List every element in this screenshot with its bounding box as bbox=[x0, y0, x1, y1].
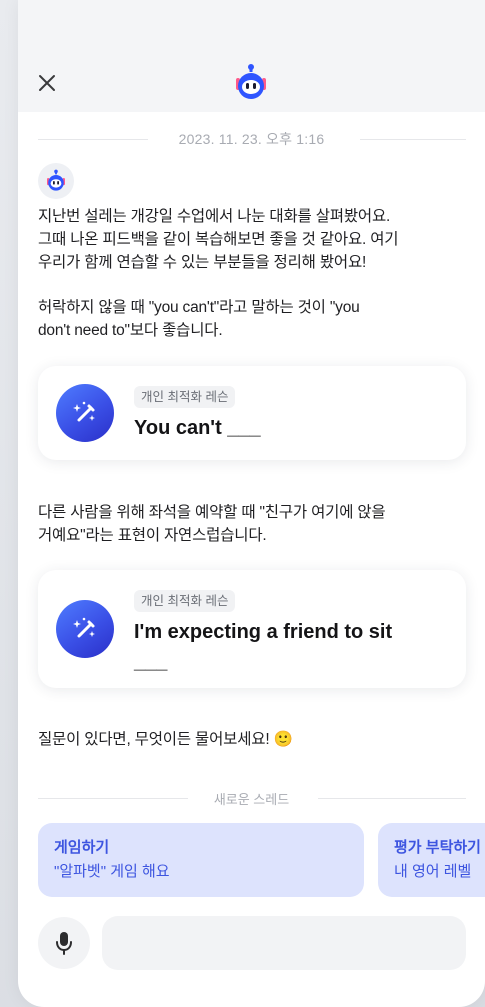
feedback-line: don't need to"보다 좋습니다. bbox=[38, 322, 223, 339]
lesson-tag: 개인 최적화 레슨 bbox=[134, 590, 236, 612]
feedback-message-2: 다른 사람을 위해 좌석을 예약할 때 "친구가 여기에 앉을 거예요"라는 표… bbox=[38, 501, 478, 547]
lesson-icon-bg bbox=[56, 384, 114, 442]
chip-subtitle: "알파벳" 게임 해요 bbox=[54, 863, 170, 880]
chip-title: 게임하기 bbox=[54, 839, 110, 856]
intro-line: 그때 나온 피드백을 같이 복습해보면 좋을 것 같아요. 여기 bbox=[38, 231, 399, 248]
chip-title: 평가 부탁하기 bbox=[394, 839, 481, 856]
lesson-title: I'm expecting a friend to sit ___ bbox=[134, 617, 444, 677]
intro-line: 지난번 설레는 개강일 수업에서 나눈 대화를 살펴봤어요. bbox=[38, 208, 391, 225]
closing-message: 질문이 있다면, 무엇이든 물어보세요! 🙂 bbox=[38, 731, 293, 748]
lesson-title: You can't ___ bbox=[134, 417, 261, 439]
new-thread-label: 새로운 스레드 bbox=[213, 792, 290, 807]
message-input[interactable] bbox=[102, 916, 466, 970]
microphone-icon bbox=[56, 932, 72, 955]
lesson-icon-bg bbox=[56, 600, 114, 658]
intro-message: 지난번 설레는 개강일 수업에서 나눈 대화를 살펴봤어요. 그때 나온 피드백… bbox=[38, 205, 478, 274]
feedback-line: 허락하지 않을 때 "you can't"라고 말하는 것이 "you bbox=[38, 299, 360, 316]
chat-screen: 2023. 11. 23. 오후 1:16 지난번 설레는 개강일 수업에서 나… bbox=[18, 0, 485, 1007]
top-bar bbox=[18, 0, 485, 112]
robot-icon bbox=[236, 64, 266, 99]
magic-wand-icon bbox=[73, 617, 95, 638]
intro-line: 우리가 함께 연습할 수 있는 부분들을 정리해 봤어요! bbox=[38, 254, 367, 271]
lesson-card-1[interactable]: 개인 최적화 레슨 You can't ___ bbox=[38, 366, 466, 460]
feedback-line: 다른 사람을 위해 좌석을 예약할 때 "친구가 여기에 앉을 bbox=[38, 504, 386, 521]
magic-wand-icon bbox=[73, 401, 95, 422]
mic-button[interactable] bbox=[38, 917, 90, 969]
feedback-message-1: 허락하지 않을 때 "you can't"라고 말하는 것이 "you don'… bbox=[38, 296, 478, 342]
thread-chip-game[interactable]: 게임하기 "알파벳" 게임 해요 bbox=[38, 823, 364, 897]
message-date: 2023. 11. 23. 오후 1:16 bbox=[178, 131, 325, 147]
lesson-tag: 개인 최적화 레슨 bbox=[134, 386, 236, 408]
lesson-title-line: I'm expecting a friend to sit bbox=[134, 621, 393, 643]
close-button[interactable] bbox=[32, 68, 62, 98]
lesson-title-line: ___ bbox=[134, 651, 168, 673]
bot-avatar bbox=[38, 163, 74, 199]
robot-icon bbox=[47, 169, 65, 191]
thread-chip-evaluation[interactable]: 평가 부탁하기 내 영어 레벨 bbox=[378, 823, 485, 897]
feedback-line: 거예요"라는 표현이 자연스럽습니다. bbox=[38, 527, 267, 544]
lesson-card-2[interactable]: 개인 최적화 레슨 I'm expecting a friend to sit … bbox=[38, 570, 466, 688]
close-icon bbox=[39, 75, 55, 91]
chip-subtitle: 내 영어 레벨 bbox=[394, 863, 472, 880]
